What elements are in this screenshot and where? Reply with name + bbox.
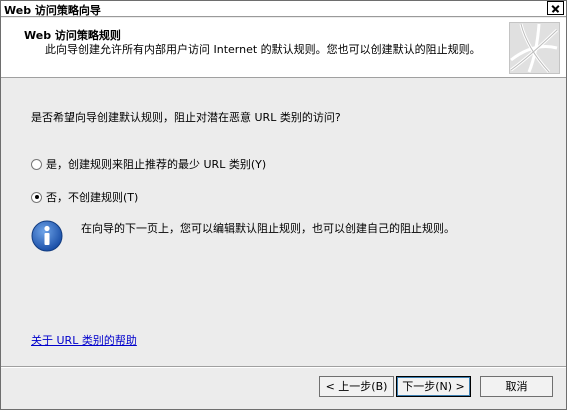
help-link[interactable]: 关于 URL 类别的帮助 (31, 332, 137, 348)
wizard-window: Web 访问策略向导 Web 访问策略规则 此向导创建允许所有内部用户访问 In… (0, 0, 567, 410)
option-no[interactable]: 否，不创建规则(T) (31, 189, 138, 205)
info-icon (31, 220, 63, 252)
radio-yes[interactable] (31, 158, 42, 170)
question-text: 是否希望向导创建默认规则，阻止对潜在恶意 URL 类别的访问? (31, 111, 341, 124)
window-title: Web 访问策略向导 (4, 4, 101, 17)
cancel-button[interactable]: 取消 (480, 376, 553, 397)
option-no-label: 否，不创建规则(T) (46, 191, 139, 204)
wizard-graphic-icon (509, 22, 560, 74)
footer-separator (1, 366, 566, 368)
next-button[interactable]: 下一步(N) > (396, 376, 471, 397)
wizard-content: 是否希望向导创建默认规则，阻止对潜在恶意 URL 类别的访问? 是，创建规则来阻… (1, 79, 566, 366)
info-text: 在向导的下一页上，您可以编辑默认阻止规则，也可以创建自己的阻止规则。 (81, 222, 455, 235)
title-bar: Web 访问策略向导 (1, 1, 566, 17)
close-icon[interactable] (547, 1, 564, 15)
header-title: Web 访问策略规则 (24, 29, 121, 42)
wizard-header: Web 访问策略规则 此向导创建允许所有内部用户访问 Internet 的默认规… (1, 18, 566, 78)
back-button[interactable]: < 上一步(B) (319, 376, 394, 397)
option-yes[interactable]: 是，创建规则来阻止推荐的最少 URL 类别(Y) (31, 156, 266, 172)
option-yes-label: 是，创建规则来阻止推荐的最少 URL 类别(Y) (46, 158, 267, 171)
radio-no[interactable] (31, 191, 42, 203)
header-description: 此向导创建允许所有内部用户访问 Internet 的默认规则。您也可以创建默认的… (45, 43, 481, 56)
